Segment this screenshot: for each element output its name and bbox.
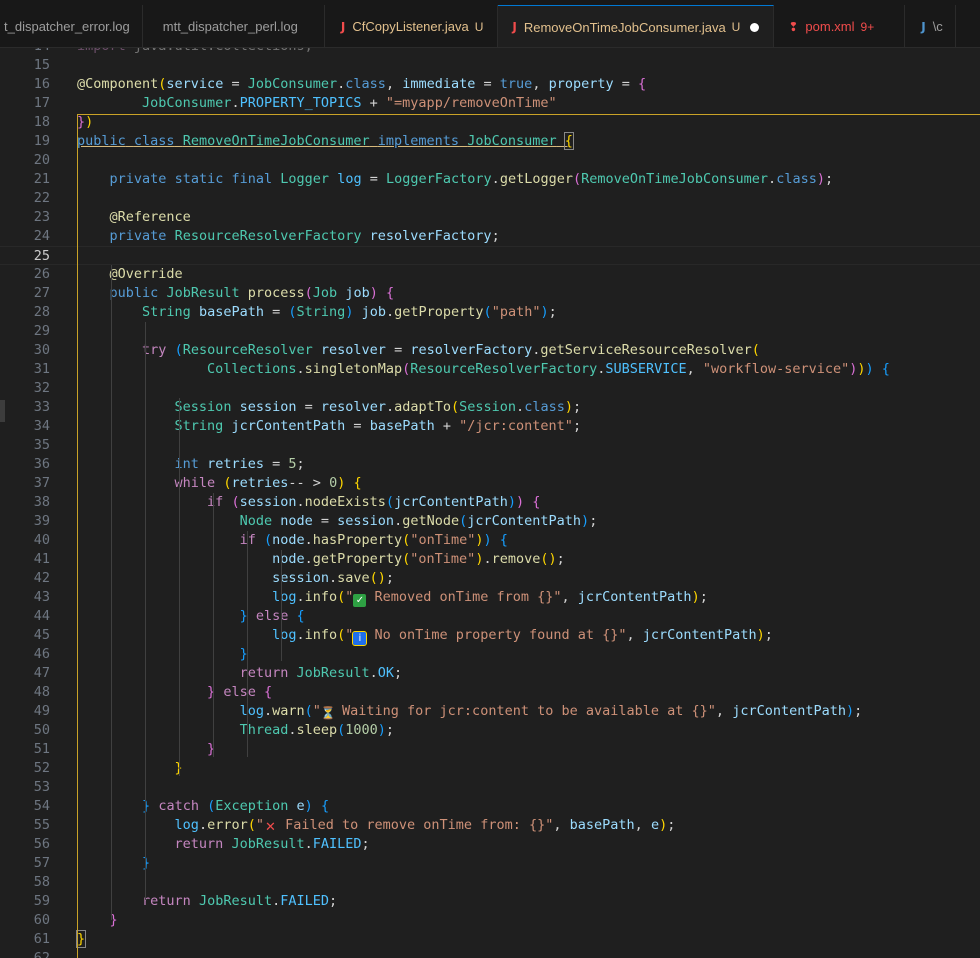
tab-label: pom.xml xyxy=(805,19,855,34)
tab-pom-xml[interactable]: ❢ pom.xml 9+ xyxy=(774,5,906,47)
xml-file-icon: ❢ xyxy=(788,19,799,34)
hourglass-emoji-icon: ⏳ xyxy=(320,706,336,720)
problems-badge: 9+ xyxy=(860,19,875,34)
code-line: 52 } xyxy=(33,760,183,776)
java-file-icon: J xyxy=(512,20,517,34)
tab-label: mtt_dispatcher_perl.log xyxy=(162,19,298,34)
code-line: 37 while (retries-- > 0) { xyxy=(33,475,362,491)
info-emoji-icon: i xyxy=(352,631,368,646)
tab-label: t_dispatcher_error.log xyxy=(4,19,130,34)
code-line: 36 int retries = 5; xyxy=(33,456,305,472)
code-line: 59 return JobResult.FAILED; xyxy=(33,893,338,909)
code-line: 17 JobConsumer.PROPERTY_TOPICS + "=myapp… xyxy=(33,95,557,111)
code-line: 58 xyxy=(33,874,50,890)
code-line: 31 Collections.singletonMap(ResourceReso… xyxy=(33,361,890,377)
code-line: 34 String jcrContentPath = basePath + "/… xyxy=(33,418,582,434)
code-line: 56 return JobResult.FAILED; xyxy=(33,836,370,852)
tab-label: CfCopyListener.java xyxy=(352,19,469,34)
code-line: 35 xyxy=(33,437,50,453)
code-line: 62 xyxy=(33,950,50,958)
code-line: 26 @Override xyxy=(33,266,183,282)
tab-removeontimejobconsumer-java[interactable]: J RemoveOnTimeJobConsumer.java U xyxy=(498,5,775,47)
code-line: 55 log.error("✕ Failed to remove onTime … xyxy=(33,817,676,835)
tab-mtt-dispatcher-perl-log[interactable]: ☰ mtt_dispatcher_perl.log xyxy=(0,5,325,47)
code-line: 33 Session session = resolver.adaptTo(Se… xyxy=(33,399,582,415)
git-status-badge: U xyxy=(474,19,484,34)
code-line: 19 public class RemoveOnTimeJobConsumer i… xyxy=(33,132,574,150)
code-line: 38 if (session.nodeExists(jcrContentPath… xyxy=(33,494,541,510)
code-line: 44 } else { xyxy=(33,608,305,624)
code-line: 43 log.info(" ✓ Removed onTime from {}", … xyxy=(33,589,708,607)
code-line: 22 xyxy=(33,190,50,206)
code-line: 23 @Reference xyxy=(33,209,191,225)
code-line: 60 } xyxy=(33,912,118,928)
code-editor[interactable]: 14import java.util.Collections; 15 16@Co… xyxy=(0,48,980,958)
code-line: 28 String basePath = (String) job.getPro… xyxy=(33,304,557,320)
code-line: 27 public JobResult process(Job job) { xyxy=(33,285,395,301)
code-line: 50 Thread.sleep(1000); xyxy=(33,722,395,738)
editor-tab-bar: t_dispatcher_error.log ☰ mtt_dispatcher_… xyxy=(0,5,980,48)
tab-label: \c xyxy=(932,19,943,34)
code-line: 41 node.getProperty("onTime").remove(); xyxy=(33,551,565,567)
code-line: 51 } xyxy=(33,741,216,757)
code-line: 47 return JobResult.OK; xyxy=(33,665,403,681)
tab-cfcopylistener-java[interactable]: J CfCopyListener.java U xyxy=(325,5,499,47)
check-mark-emoji-icon: ✓ xyxy=(353,594,367,607)
code-line: 24 private ResourceResolverFactory resol… xyxy=(33,228,500,244)
tab-dispatcher-error-log[interactable]: t_dispatcher_error.log xyxy=(0,5,143,47)
tab-overflow-file[interactable]: J \c xyxy=(905,5,956,47)
code-line: 45 log.info(" i No onTime property found … xyxy=(33,627,773,646)
file-icon: J xyxy=(921,19,926,34)
code-line: 61} xyxy=(33,930,87,948)
code-line-current: 25 xyxy=(0,246,980,265)
tab-label: RemoveOnTimeJobConsumer.java xyxy=(523,19,726,35)
code-line: 20 xyxy=(33,152,50,168)
unsaved-dot-icon[interactable] xyxy=(750,22,760,32)
code-line: 16 @Component(service = JobConsumer.class… xyxy=(33,76,647,92)
code-line: 39 Node node = session.getNode(jcrConten… xyxy=(33,513,598,529)
code-line: 57 } xyxy=(33,855,151,871)
code-line: 53 xyxy=(33,779,50,795)
code-line: 42 session.save(); xyxy=(33,570,395,586)
log-file-icon: ☰ xyxy=(0,5,980,7)
code-line: 48 } else { xyxy=(33,684,273,700)
code-line: 29 xyxy=(33,323,50,339)
code-line: 18}) xyxy=(33,114,94,130)
cross-mark-emoji-icon: ✕ xyxy=(265,820,276,835)
code-line: 40 if (node.hasProperty("onTime")) { xyxy=(33,532,508,548)
code-line: 21 private static final Logger log = Log… xyxy=(33,171,834,187)
git-status-badge: U xyxy=(731,20,741,34)
code-line: 30 try (ResourceResolver resolver = reso… xyxy=(33,342,760,358)
code-line: 15 xyxy=(33,57,50,73)
code-line: 32 xyxy=(33,380,50,396)
code-line: 49 log.warn("⏳ Waiting for jcr:content t… xyxy=(33,703,863,720)
code-line: 54 } catch (Exception e) { xyxy=(33,798,330,814)
code-line: 14import java.util.Collections; xyxy=(0,48,980,56)
java-file-icon: J xyxy=(340,19,346,34)
code-line: 46 } xyxy=(33,646,248,662)
code-lines: 14import java.util.Collections; 15 16@Co… xyxy=(0,48,980,958)
